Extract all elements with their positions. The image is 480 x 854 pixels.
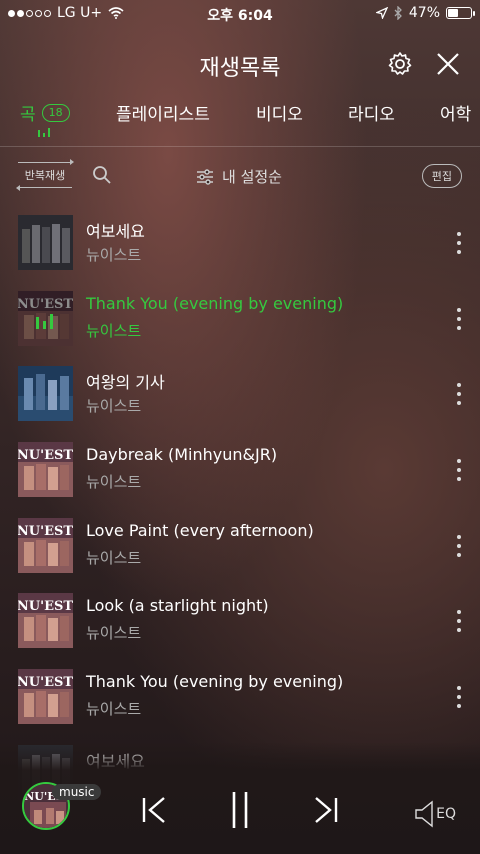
album-cover [18, 366, 73, 422]
song-title: Thank You (evening by evening) [86, 672, 344, 692]
more-options-icon[interactable] [456, 686, 462, 709]
svg-text:NU'EST: NU'EST [18, 675, 73, 690]
song-artist: 뉴이스트 [86, 397, 142, 416]
close-icon[interactable] [434, 50, 462, 78]
status-bar: LG U+ 오후 6:04 47% [0, 0, 480, 28]
song-row[interactable]: 여왕의 기사뉴이스트 [0, 363, 480, 439]
sort-label: 내 설정순 [222, 168, 282, 186]
tab-songs[interactable]: 곡 18 [20, 100, 70, 125]
tab-label: 곡 [20, 105, 36, 125]
song-title: Love Paint (every afternoon) [86, 520, 314, 540]
more-options-icon[interactable] [456, 534, 462, 557]
music-badge: music [52, 784, 102, 800]
pause-icon[interactable] [228, 790, 252, 830]
header: 재생목록 [0, 44, 480, 84]
more-options-icon[interactable] [456, 383, 462, 406]
now-playing-equalizer-icon [38, 128, 50, 137]
search-icon[interactable] [92, 165, 112, 185]
repeat-button[interactable]: 반복재생 [16, 159, 74, 191]
album-cover: NU'EST [18, 290, 73, 346]
next-track-icon[interactable] [312, 794, 340, 826]
song-row[interactable]: NU'EST Thank You (evening by evening) 뉴이스트 [0, 288, 480, 364]
speaker-icon [415, 800, 433, 828]
song-artist: 뉴이스트 [86, 700, 142, 719]
song-count-badge: 18 [41, 103, 70, 122]
tab-video[interactable]: 비디오 [256, 100, 303, 125]
sliders-icon [197, 168, 213, 185]
tab-bar: 곡 18 플레이리스트 비디오 라디오 어학 [0, 98, 480, 142]
tab-divider [0, 146, 480, 147]
battery-icon [446, 7, 475, 19]
more-options-icon[interactable] [456, 610, 462, 633]
edit-button[interactable]: 편집 [421, 164, 462, 188]
bluetooth-icon [394, 6, 402, 20]
song-row[interactable]: NU'EST Look (a starlight night) 뉴이스트 [0, 590, 480, 666]
svg-text:NU'EST: NU'EST [18, 599, 73, 614]
song-title: Thank You (evening by evening) [86, 293, 344, 313]
location-arrow-icon [375, 7, 388, 19]
battery-percent: 47% [408, 5, 440, 21]
more-options-icon[interactable] [456, 459, 462, 482]
list-toolbar: 반복재생 내 설정순 편집 [0, 159, 480, 192]
song-list: 여보세요뉴이스트NU'ESTThank You (evening by even… [0, 212, 480, 818]
svg-text:NU'EST: NU'EST [18, 524, 73, 539]
song-title: 여왕의 기사 [86, 373, 165, 393]
equalizer-button[interactable]: EQ [414, 800, 456, 828]
song-row[interactable]: 여보세요뉴이스트 [0, 212, 480, 288]
song-row[interactable]: NU'EST Thank You (evening by evening) 뉴이스트 [0, 666, 480, 742]
album-cover: NU'EST [18, 442, 73, 498]
tab-radio[interactable]: 라디오 [348, 100, 395, 125]
mini-player: NU'EST music EQ [0, 742, 480, 854]
song-row[interactable]: NU'EST Love Paint (every afternoon) 뉴이스트 [0, 515, 480, 591]
song-row[interactable]: NU'EST Daybreak (Minhyun&JR) 뉴이스트 [0, 439, 480, 515]
song-title: Look (a starlight night) [86, 596, 269, 616]
svg-text:NU'EST: NU'EST [18, 448, 73, 463]
song-artist: 뉴이스트 [86, 246, 142, 264]
tab-playlist[interactable]: 플레이리스트 [116, 100, 210, 125]
more-options-icon[interactable] [456, 307, 462, 330]
song-title: 여보세요 [86, 222, 145, 241]
song-artist: 뉴이스트 [86, 473, 142, 492]
song-title: Daybreak (Minhyun&JR) [86, 445, 278, 465]
album-cover [18, 215, 73, 270]
song-artist: 뉴이스트 [86, 624, 142, 643]
more-options-icon[interactable] [456, 232, 462, 254]
tab-language[interactable]: 어학 [440, 100, 471, 125]
song-artist: 뉴이스트 [86, 321, 142, 340]
album-cover: NU'EST [18, 593, 73, 649]
album-cover: NU'EST [18, 669, 73, 725]
previous-track-icon[interactable] [140, 794, 168, 826]
eq-label: EQ [436, 806, 456, 822]
settings-gear-icon[interactable] [386, 50, 414, 78]
album-cover: NU'EST [18, 517, 73, 573]
sort-button[interactable]: 내 설정순 [196, 166, 282, 187]
song-artist: 뉴이스트 [86, 548, 142, 567]
